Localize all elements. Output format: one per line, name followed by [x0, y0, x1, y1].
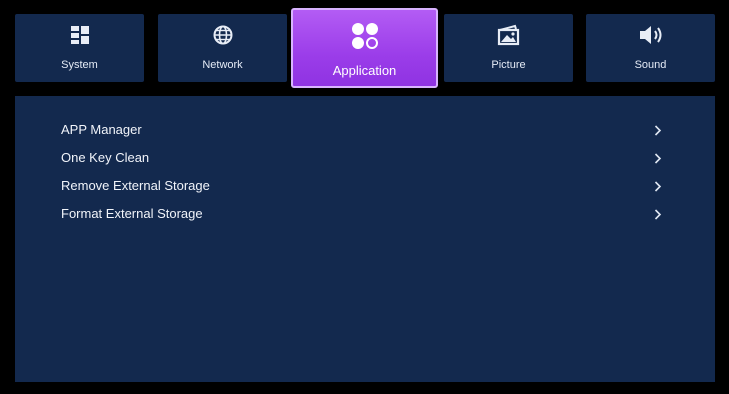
- tab-picture[interactable]: Picture: [444, 14, 573, 82]
- category-tab-bar: System Network Application Picture Sound: [0, 0, 729, 96]
- chevron-right-icon: [654, 172, 662, 200]
- application-settings-panel: APP Manager One Key Clean Remove Externa…: [15, 96, 715, 382]
- tab-sound[interactable]: Sound: [586, 14, 715, 82]
- tab-system-label: System: [61, 59, 98, 71]
- apps-icon: [293, 22, 436, 50]
- globe-icon: [158, 24, 287, 46]
- settings-screen: System Network Application Picture Sound…: [0, 0, 729, 394]
- tab-system[interactable]: System: [15, 14, 144, 82]
- tab-network[interactable]: Network: [158, 14, 287, 82]
- menu-item-remove-external-storage[interactable]: Remove External Storage: [15, 172, 715, 200]
- tab-application[interactable]: Application: [291, 8, 438, 88]
- menu-item-format-external-storage[interactable]: Format External Storage: [15, 200, 715, 228]
- tab-application-label: Application: [332, 63, 397, 78]
- tab-picture-label: Picture: [491, 59, 526, 71]
- application-menu: APP Manager One Key Clean Remove Externa…: [15, 116, 715, 228]
- chevron-right-icon: [654, 200, 662, 228]
- menu-item-label: Format External Storage: [61, 206, 203, 221]
- menu-item-label: APP Manager: [61, 122, 142, 137]
- chevron-right-icon: [654, 116, 662, 144]
- menu-item-one-key-clean[interactable]: One Key Clean: [15, 144, 715, 172]
- menu-item-label: Remove External Storage: [61, 178, 210, 193]
- tab-network-label: Network: [202, 59, 243, 71]
- picture-icon: [444, 24, 573, 46]
- menu-item-app-manager[interactable]: APP Manager: [15, 116, 715, 144]
- menu-item-label: One Key Clean: [61, 150, 150, 165]
- system-grid-icon: [15, 24, 144, 46]
- tab-sound-label: Sound: [634, 59, 667, 71]
- chevron-right-icon: [654, 144, 662, 172]
- speaker-icon: [586, 24, 715, 46]
